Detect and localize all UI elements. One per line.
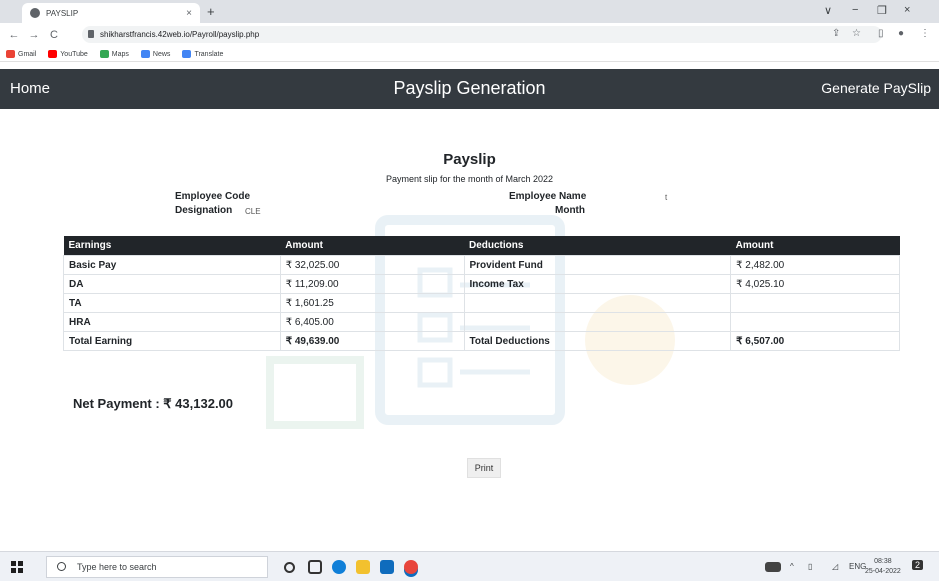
mail-icon[interactable]	[380, 560, 394, 574]
table-cell: Income Tax	[463, 274, 732, 294]
payslip-subtitle: Payment slip for the month of March 2022	[385, 174, 554, 184]
table-cell: Basic Pay	[63, 255, 281, 275]
clock-date: 25-04-2022	[865, 568, 901, 575]
network-icon[interactable]: ◿	[832, 562, 838, 571]
employee-name-value: t	[665, 193, 668, 202]
star-icon[interactable]: ☆	[852, 28, 861, 39]
search-placeholder: Type here to search	[77, 562, 157, 572]
payslip-table: Earnings Amount Deductions Amount Basic …	[63, 236, 900, 351]
header-amount: Amount	[280, 236, 464, 256]
print-button[interactable]: Print	[467, 458, 501, 478]
table-cell: TA	[63, 293, 281, 313]
table-cell: ₹ 2,482.00	[730, 255, 900, 275]
header-deductions: Deductions	[464, 236, 731, 256]
employee-name-label: Employee Name	[509, 191, 587, 202]
menu-icon[interactable]: ⋮	[920, 28, 930, 39]
bookmark-maps[interactable]: Maps	[99, 50, 129, 58]
table-row-total: Total Earning ₹ 49,639.00 Total Deductio…	[63, 331, 900, 351]
taskbar-search-input[interactable]: Type here to search	[46, 556, 268, 578]
table-cell: Provident Fund	[463, 255, 732, 275]
taskbar-clock[interactable]: 08:38 25-04-2022	[865, 557, 901, 577]
designation-label: Designation	[175, 205, 233, 216]
table-cell	[463, 312, 732, 332]
bookmark-gmail[interactable]: Gmail	[6, 50, 36, 58]
designation-value: CLE	[245, 207, 261, 216]
tab-search-icon[interactable]: ∨	[824, 4, 832, 17]
url-text: shikharstfrancis.42web.io/Payroll/paysli…	[100, 30, 260, 39]
header-amount: Amount	[730, 236, 900, 256]
edge-icon[interactable]	[332, 560, 346, 574]
tray-chevron-icon[interactable]: ^	[790, 562, 794, 571]
table-row: TA ₹ 1,601.25	[63, 293, 900, 313]
maps-icon	[99, 50, 109, 58]
bookmarks-bar: Gmail YouTube Maps News Translate	[0, 47, 939, 62]
table-cell: ₹ 11,209.00	[279, 274, 465, 294]
generate-payslip-link[interactable]: Generate PaySlip	[821, 80, 931, 96]
net-payment: Net Payment : ₹ 43,132.00	[73, 396, 234, 411]
table-cell	[730, 293, 900, 313]
browser-tab-strip: PAYSLIP × + ∨ − ❐ ×	[0, 0, 939, 23]
table-row: HRA ₹ 6,405.00	[63, 312, 900, 332]
globe-icon	[30, 8, 40, 18]
cortana-icon[interactable]	[284, 562, 295, 573]
minimize-button[interactable]: −	[852, 4, 858, 16]
profile-icon[interactable]: ●	[898, 28, 904, 39]
address-bar[interactable]: shikharstfrancis.42web.io/Payroll/paysli…	[82, 26, 882, 43]
task-view-icon[interactable]	[308, 560, 322, 574]
restore-button[interactable]: ❐	[877, 4, 887, 17]
windows-taskbar: Type here to search ^ ▯ ◿ ENG 08:38 25-0…	[0, 551, 939, 581]
lock-icon	[88, 30, 94, 38]
close-tab-icon[interactable]: ×	[186, 8, 192, 19]
news-icon	[140, 50, 150, 58]
table-cell: ₹ 4,025.10	[730, 274, 900, 294]
bookmark-youtube[interactable]: YouTube	[48, 50, 88, 58]
chrome-icon[interactable]	[404, 560, 418, 574]
page-navbar: Home Payslip Generation Generate PaySlip	[0, 69, 939, 109]
translate-icon	[182, 50, 192, 58]
table-header-row: Earnings Amount Deductions Amount	[63, 236, 900, 256]
new-tab-button[interactable]: +	[207, 4, 215, 19]
table-cell: ₹ 32,025.00	[279, 255, 465, 275]
clock-time: 08:38	[874, 558, 892, 565]
bookmark-translate[interactable]: Translate	[182, 50, 223, 58]
table-cell: ₹ 6,507.00	[730, 331, 900, 351]
month-label: Month	[555, 205, 585, 216]
back-button[interactable]: ←	[8, 29, 20, 41]
side-panel-icon[interactable]: ▯	[878, 28, 884, 39]
forward-button[interactable]: →	[28, 29, 40, 41]
battery-icon[interactable]: ▯	[808, 562, 812, 571]
close-window-button[interactable]: ×	[904, 4, 910, 16]
table-cell: DA	[63, 274, 281, 294]
table-cell: HRA	[63, 312, 281, 332]
tab-title: PAYSLIP	[46, 8, 79, 18]
table-cell	[463, 293, 732, 313]
header-earnings: Earnings	[63, 236, 281, 256]
navbar-title: Payslip Generation	[393, 78, 546, 98]
search-icon	[57, 562, 66, 571]
file-explorer-icon[interactable]	[356, 560, 370, 574]
table-cell: ₹ 1,601.25	[279, 293, 465, 313]
gmail-icon	[6, 50, 15, 58]
reload-button[interactable]: C	[48, 29, 60, 41]
table-cell: Total Earning	[63, 331, 281, 351]
language-indicator[interactable]: ENG	[849, 562, 866, 571]
share-icon[interactable]: ⇪	[832, 28, 840, 39]
table-cell: ₹ 6,405.00	[279, 312, 465, 332]
bookmark-news[interactable]: News	[140, 50, 170, 58]
table-cell: Total Deductions	[463, 331, 732, 351]
table-row: DA ₹ 11,209.00 Income Tax ₹ 4,025.10	[63, 274, 900, 294]
payslip-title: Payslip	[443, 151, 496, 168]
table-row: Basic Pay ₹ 32,025.00 Provident Fund ₹ 2…	[63, 255, 900, 275]
employee-code-label: Employee Code	[175, 191, 251, 202]
windows-start-icon[interactable]	[11, 561, 23, 573]
keyboard-icon[interactable]	[765, 562, 781, 572]
notifications-icon[interactable]: 2	[912, 560, 924, 570]
table-cell: ₹ 49,639.00	[279, 331, 465, 351]
youtube-icon	[48, 50, 58, 58]
table-cell	[730, 312, 900, 332]
browser-toolbar: ← → C shikharstfrancis.42web.io/Payroll/…	[0, 23, 939, 47]
tab-payslip[interactable]: PAYSLIP ×	[22, 3, 200, 23]
